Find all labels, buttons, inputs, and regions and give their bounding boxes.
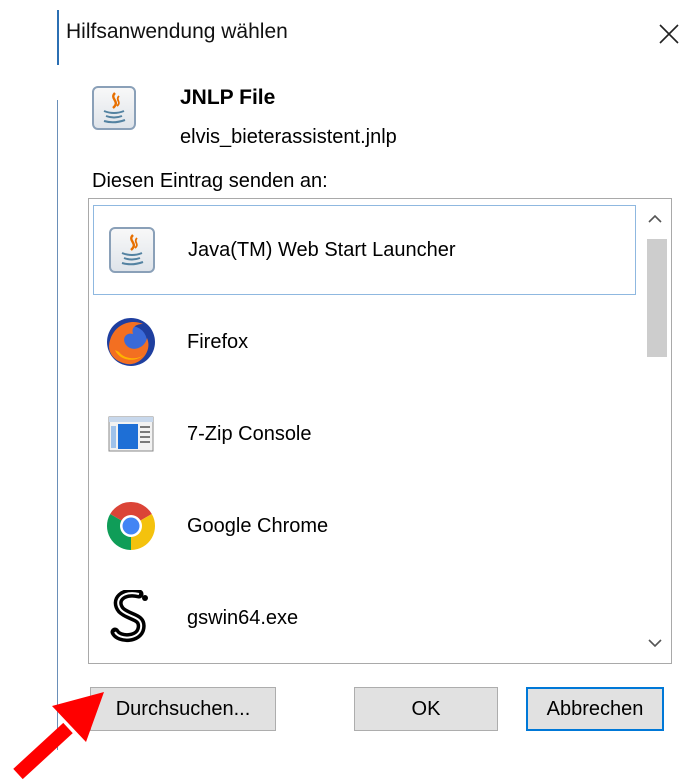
file-java-icon [92, 86, 136, 130]
browse-button[interactable]: Durchsuchen... [90, 687, 276, 731]
choose-helper-dialog: Hilfsanwendung wählen JNLP File elvis_bi… [62, 0, 692, 780]
list-item-label: Firefox [187, 330, 249, 353]
vertical-scrollbar[interactable] [639, 199, 671, 663]
list-item[interactable]: gswin64.exe [93, 573, 636, 663]
list-item-label: Google Chrome [187, 514, 329, 537]
send-to-label: Diesen Eintrag senden an: [92, 170, 328, 192]
ok-button[interactable]: OK [354, 687, 498, 731]
window-edge [57, 100, 58, 750]
list-item[interactable]: Google Chrome [93, 481, 636, 571]
scroll-down-button[interactable] [639, 627, 671, 659]
firefox-icon [105, 316, 157, 368]
window-edge-accent [57, 10, 59, 65]
chevron-up-icon [648, 214, 662, 223]
list-item-label: 7-Zip Console [187, 422, 312, 445]
list-item[interactable]: Firefox [93, 297, 636, 387]
title-bar: Hilfsanwendung wählen [62, 0, 692, 62]
close-button[interactable] [646, 14, 692, 54]
list-item-label: gswin64.exe [187, 606, 299, 629]
dialog-title: Hilfsanwendung wählen [66, 20, 288, 43]
java-icon [106, 224, 158, 276]
close-icon [659, 24, 679, 44]
file-type: JNLP File [180, 86, 276, 109]
console-icon [105, 408, 157, 460]
scroll-up-button[interactable] [639, 203, 671, 235]
list-item[interactable]: 7-Zip Console [93, 389, 636, 479]
cancel-button[interactable]: Abbrechen [526, 687, 664, 731]
ghostscript-icon [105, 590, 157, 644]
file-name: elvis_bieterassistent.jnlp [180, 126, 397, 148]
application-list[interactable]: Java(TM) Web Start Launcher Firefox 7-Zi… [88, 198, 672, 664]
list-item-label: Java(TM) Web Start Launcher [188, 238, 456, 261]
chevron-down-icon [648, 639, 662, 648]
chrome-icon [105, 500, 157, 552]
list-item[interactable]: Java(TM) Web Start Launcher [93, 205, 636, 295]
scrollbar-thumb[interactable] [647, 239, 667, 357]
